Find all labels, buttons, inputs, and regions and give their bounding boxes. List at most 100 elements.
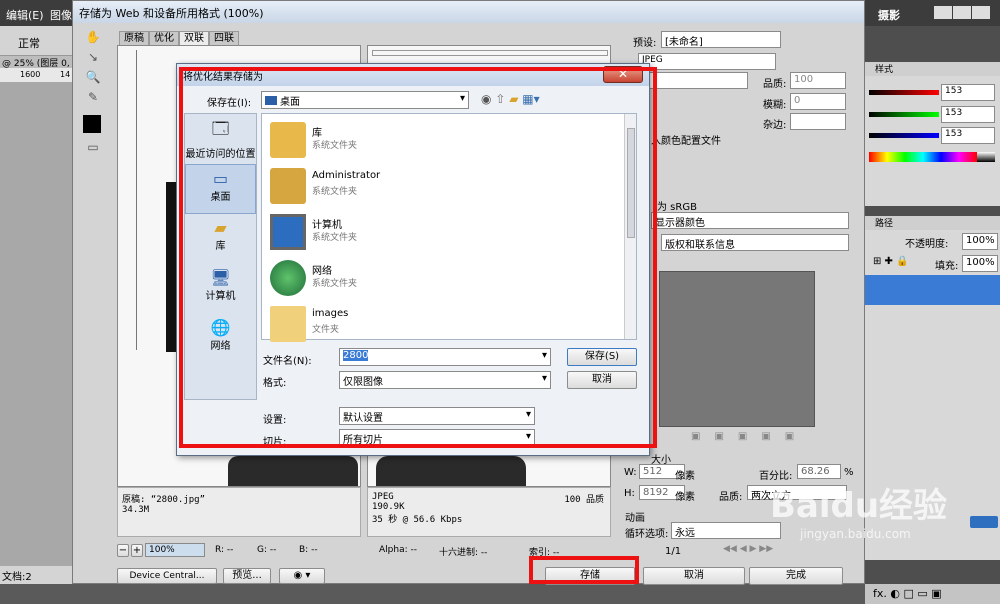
image-edge xyxy=(372,50,608,56)
download-time: 35 秒 @ 56.6 Kbps xyxy=(372,515,463,525)
animation-header: 动画 xyxy=(625,513,645,524)
original-size: 34.3M xyxy=(122,505,150,515)
matte-select[interactable] xyxy=(790,113,846,130)
minimize-icon[interactable] xyxy=(934,6,952,19)
layer-buttons[interactable]: fx. ◐ □ ▭ ▣ xyxy=(865,584,1000,604)
sfw-toolbar: ✋ ↘ 🔍 ✎ ▭ xyxy=(83,29,107,159)
ime-indicator[interactable] xyxy=(970,516,998,528)
image-edge xyxy=(136,50,137,350)
tab-2up[interactable]: 双联 xyxy=(179,31,209,45)
menu-edit[interactable]: 编辑(E) xyxy=(6,7,44,23)
selected-layer[interactable] xyxy=(865,275,1000,305)
preset-select[interactable]: [未命名] xyxy=(661,31,781,48)
color-table-buttons[interactable]: ▣▣▣▣▣ xyxy=(691,431,811,442)
hand-tool-icon[interactable]: ✋ xyxy=(83,29,103,49)
loop-select[interactable]: 永远 xyxy=(671,522,781,539)
g-slider[interactable] xyxy=(869,112,939,117)
ruler-tick: 14 xyxy=(60,70,71,79)
tab-optimized[interactable]: 优化 xyxy=(149,31,179,45)
ruler: 1600 14 xyxy=(0,68,72,82)
paths-panel-tab[interactable]: 路径 xyxy=(865,216,1000,230)
format-select[interactable]: JPEG xyxy=(638,53,776,70)
document-canvas xyxy=(0,82,72,566)
options-bar: 正常 xyxy=(0,26,72,56)
grayscale-ramp[interactable] xyxy=(977,152,995,162)
blur-label: 模糊: xyxy=(763,100,787,111)
convert-srgb-label[interactable]: 为 sRGB xyxy=(657,198,697,213)
zoom-out-button[interactable]: − xyxy=(117,544,129,557)
preview-button[interactable]: 预览... xyxy=(223,568,271,584)
fill-label: 填充: xyxy=(935,261,959,272)
toggle-slices-icon[interactable]: ▭ xyxy=(83,139,103,159)
zoom-in-button[interactable]: + xyxy=(131,544,143,557)
watermark-url: jingyan.baidu.com xyxy=(800,527,911,541)
readout-hex: 十六进制: -- xyxy=(439,548,488,558)
g-value[interactable]: 153 xyxy=(941,106,995,123)
quality-label: 品质: xyxy=(763,79,787,90)
watermark-brand: Baidu经验 xyxy=(770,486,948,526)
image-content xyxy=(376,456,526,486)
color-spectrum[interactable] xyxy=(869,152,977,162)
fill-input[interactable]: 100% xyxy=(962,255,998,272)
percent-unit: % xyxy=(844,467,854,478)
blur-input[interactable]: 0 xyxy=(790,93,846,110)
frame-counter: 1/1 xyxy=(665,546,682,557)
opacity-label: 不透明度: xyxy=(905,239,949,250)
optimized-info: JPEG 190.9K 35 秒 @ 56.6 Kbps 100 品质 xyxy=(367,487,611,537)
optimized-quality: 100 品质 xyxy=(564,495,604,505)
original-info: 原稿: “2800.jpg” 34.3M xyxy=(117,487,361,537)
tab-4up[interactable]: 四联 xyxy=(209,31,239,45)
window-controls[interactable] xyxy=(934,6,994,21)
status-bar: 文档:2 xyxy=(0,566,72,584)
b-value[interactable]: 153 xyxy=(941,127,995,144)
metadata-select[interactable]: 版权和联系信息 xyxy=(661,234,849,251)
styles-panel-tab[interactable]: 样式 xyxy=(865,62,1000,76)
readout-b: B: -- xyxy=(299,545,318,555)
quality-input[interactable]: 100 xyxy=(790,72,846,89)
browser-select[interactable]: ◉ ▾ xyxy=(279,568,325,584)
percent-input[interactable]: 68.26 xyxy=(797,464,841,479)
zoom-select[interactable]: 100% xyxy=(145,543,205,557)
height-unit: 像素 xyxy=(675,492,695,503)
device-central-button[interactable]: Device Central... xyxy=(117,568,217,584)
eyedropper-tool-icon[interactable]: ✎ xyxy=(83,89,103,109)
matte-label: 杂边: xyxy=(763,120,787,131)
view-tabs: 原稿 优化 双联 四联 xyxy=(119,31,239,45)
width-unit: 像素 xyxy=(675,471,695,482)
original-filename: 原稿: “2800.jpg” xyxy=(122,495,206,505)
blend-mode[interactable]: 正常 xyxy=(18,35,40,51)
highlight-frame-save xyxy=(529,556,639,584)
loop-label: 循环选项: xyxy=(625,529,669,540)
readout-alpha: Alpha: -- xyxy=(379,545,417,555)
highlight-frame-dialog xyxy=(179,67,657,448)
b-slider[interactable] xyxy=(869,133,939,138)
close-icon[interactable] xyxy=(972,6,990,19)
sfw-title: 存储为 Web 和设备所用格式 (100%) xyxy=(73,1,864,23)
preset-label: 预设: xyxy=(633,38,657,49)
sfw-cancel-button[interactable]: 取消 xyxy=(643,567,745,585)
opacity-input[interactable]: 100% xyxy=(962,233,998,250)
zoom-tool-icon[interactable]: 🔍 xyxy=(83,69,103,89)
tab-original[interactable]: 原稿 xyxy=(119,31,149,45)
height-label: H: xyxy=(624,488,635,499)
preview-color-select[interactable]: 显示器颜色 xyxy=(651,212,849,229)
slice-select-tool-icon[interactable]: ↘ xyxy=(83,49,103,69)
menu-image[interactable]: 图像 xyxy=(50,7,72,23)
workspace-label[interactable]: 摄影 xyxy=(878,7,900,23)
sfw-done-button[interactable]: 完成 xyxy=(749,567,843,585)
ruler-tick: 1600 xyxy=(20,70,41,79)
resample-quality-label: 品质: xyxy=(719,492,743,503)
lock-icons[interactable]: ⊞ ✚ 🔒 xyxy=(873,256,909,267)
r-slider[interactable] xyxy=(869,90,939,95)
width-label: W: xyxy=(624,467,637,478)
document-tab[interactable]: @ 25% (图层 0, xyxy=(0,56,72,69)
baidu-watermark: Baidu经验 jingyan.baidu.com xyxy=(770,478,970,558)
r-value[interactable]: 153 xyxy=(941,84,995,101)
eyedropper-color-swatch[interactable] xyxy=(83,115,101,133)
readout-r: R: -- xyxy=(215,545,234,555)
embed-profile-label[interactable]: 入颜色配置文件 xyxy=(651,132,721,147)
color-panel: 153 153 153 xyxy=(865,76,1000,206)
color-table xyxy=(659,271,815,427)
image-content xyxy=(228,456,358,486)
restore-icon[interactable] xyxy=(953,6,971,19)
